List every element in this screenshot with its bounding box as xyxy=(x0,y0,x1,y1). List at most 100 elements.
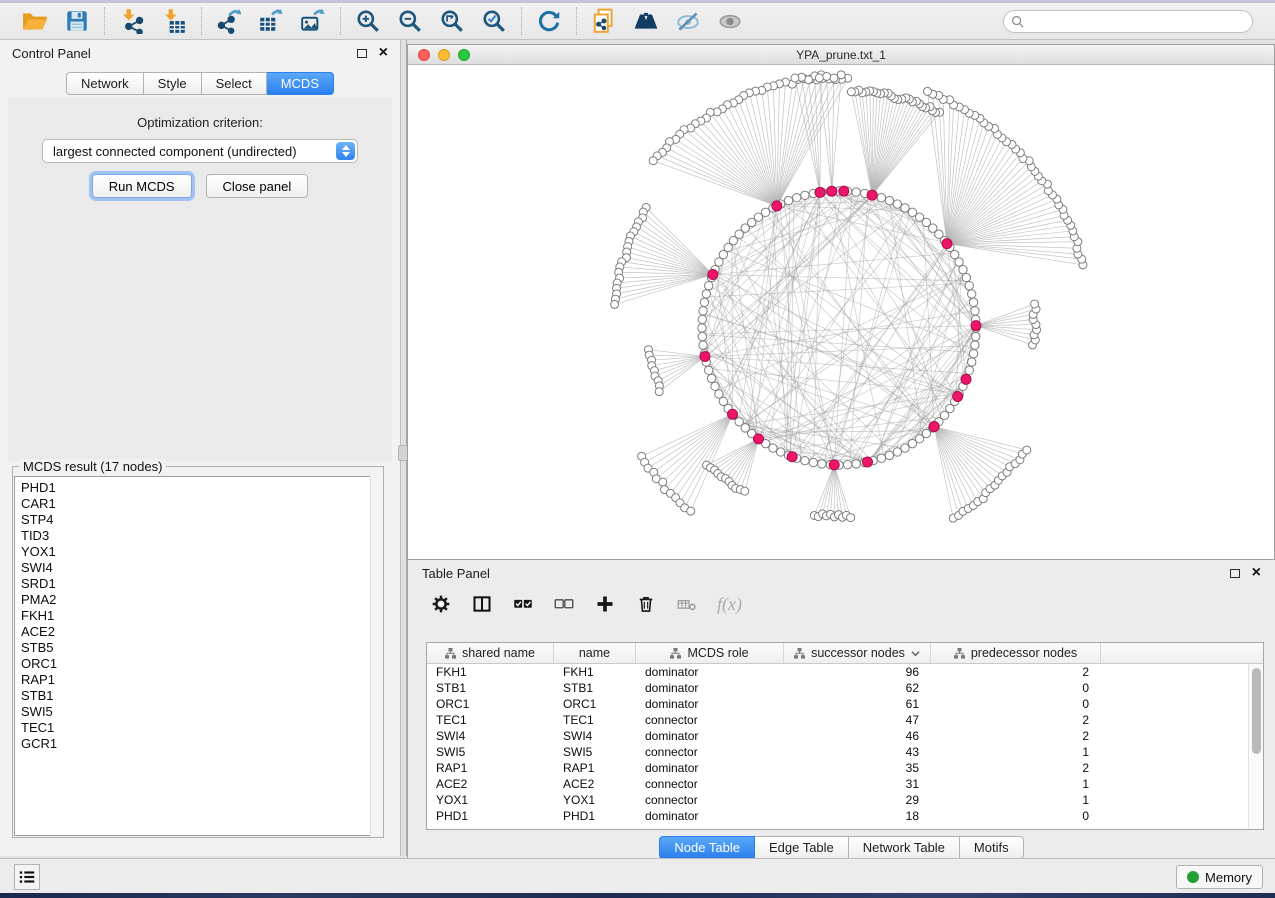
mcds-hub-node[interactable] xyxy=(929,422,939,432)
network-edge[interactable] xyxy=(709,285,940,420)
task-history-button[interactable] xyxy=(14,864,40,890)
cell-name[interactable]: ACE2 xyxy=(554,776,636,792)
table-row[interactable]: ACE2 ACE2 connector 31 1 xyxy=(427,776,1248,792)
mcds-hub-node[interactable] xyxy=(728,409,738,419)
network-edge[interactable] xyxy=(934,427,1015,464)
network-node[interactable] xyxy=(837,71,845,79)
cell-name[interactable]: YOX1 xyxy=(554,792,636,808)
cell-name[interactable]: FKH1 xyxy=(554,664,636,680)
network-node[interactable] xyxy=(967,290,975,298)
network-node[interactable] xyxy=(847,514,855,522)
network-edge[interactable] xyxy=(645,414,733,462)
zoom-fit-button[interactable] xyxy=(439,8,465,34)
network-node[interactable] xyxy=(769,444,777,452)
network-node[interactable] xyxy=(959,265,967,273)
network-node[interactable] xyxy=(698,324,706,332)
network-node[interactable] xyxy=(1031,300,1039,308)
cell-mcds-role[interactable]: dominator xyxy=(636,664,784,680)
network-edge[interactable] xyxy=(648,414,733,468)
network-node[interactable] xyxy=(877,454,885,462)
cell-mcds-role[interactable]: connector xyxy=(636,776,784,792)
mcds-result-node[interactable]: PMA2 xyxy=(21,592,381,608)
network-node[interactable] xyxy=(843,461,851,469)
cell-predecessor-nodes[interactable]: 0 xyxy=(931,808,1101,824)
memory-button[interactable]: Memory xyxy=(1176,865,1263,889)
network-node[interactable] xyxy=(707,374,715,382)
cell-predecessor-nodes[interactable]: 2 xyxy=(931,664,1101,680)
network-edge[interactable] xyxy=(765,213,934,427)
network-edge[interactable] xyxy=(934,427,995,486)
network-node[interactable] xyxy=(967,358,975,366)
cell-successor-nodes[interactable]: 96 xyxy=(784,664,931,680)
network-edge[interactable] xyxy=(736,439,759,489)
network-edge[interactable] xyxy=(872,111,932,196)
cell-shared-name[interactable]: FKH1 xyxy=(427,664,554,680)
column-header-shared-name[interactable]: shared name xyxy=(427,643,554,663)
cell-shared-name[interactable]: STB1 xyxy=(427,680,554,696)
mcds-result-node[interactable]: ORC1 xyxy=(21,656,381,672)
cell-successor-nodes[interactable]: 43 xyxy=(784,744,931,760)
cell-successor-nodes[interactable]: 35 xyxy=(784,760,931,776)
network-edge[interactable] xyxy=(826,465,834,516)
table-scrollbar-thumb[interactable] xyxy=(1252,668,1261,754)
deselect-all-columns-button[interactable] xyxy=(553,593,575,615)
network-edge[interactable] xyxy=(834,208,904,465)
import-network-button[interactable] xyxy=(119,8,145,34)
cell-mcds-role[interactable]: connector xyxy=(636,744,784,760)
network-node[interactable] xyxy=(901,204,909,212)
table-panel-tab[interactable]: Motifs xyxy=(960,836,1024,859)
float-table-panel-icon[interactable] xyxy=(1230,569,1240,578)
cell-predecessor-nodes[interactable]: 2 xyxy=(931,728,1101,744)
import-table-button[interactable] xyxy=(161,8,187,34)
network-edge[interactable] xyxy=(872,102,912,195)
cell-shared-name[interactable]: PHD1 xyxy=(427,808,554,824)
mcds-hub-node[interactable] xyxy=(942,239,952,249)
network-edge[interactable] xyxy=(947,244,1078,254)
network-edge[interactable] xyxy=(818,465,834,517)
table-row[interactable]: RAP1 RAP1 dominator 35 2 xyxy=(427,760,1248,776)
mcds-hub-node[interactable] xyxy=(862,457,872,467)
column-header-predecessor-nodes[interactable]: predecessor nodes xyxy=(931,643,1101,663)
create-column-button[interactable] xyxy=(594,593,616,615)
mcds-result-node[interactable]: RAP1 xyxy=(21,672,381,688)
cell-name[interactable]: STB1 xyxy=(554,680,636,696)
network-node[interactable] xyxy=(801,191,809,199)
delete-table-button[interactable] xyxy=(676,593,698,615)
refresh-view-button[interactable] xyxy=(536,8,562,34)
mcds-result-node[interactable]: PHD1 xyxy=(21,480,381,496)
cell-predecessor-nodes[interactable]: 2 xyxy=(931,712,1101,728)
binoculars-button[interactable] xyxy=(633,8,659,34)
network-node[interactable] xyxy=(655,388,663,396)
network-edge[interactable] xyxy=(976,309,1036,326)
cell-mcds-role[interactable]: dominator xyxy=(636,696,784,712)
mcds-hub-node[interactable] xyxy=(815,187,825,197)
mcds-result-node[interactable]: SRD1 xyxy=(21,576,381,592)
cell-name[interactable]: TEC1 xyxy=(554,712,636,728)
close-panel-button[interactable]: Close panel xyxy=(206,174,309,198)
table-settings-button[interactable] xyxy=(430,593,452,615)
mcds-result-node[interactable]: YOX1 xyxy=(21,544,381,560)
cell-shared-name[interactable]: SWI5 xyxy=(427,744,554,760)
cell-mcds-role[interactable]: dominator xyxy=(636,680,784,696)
cell-shared-name[interactable]: ORC1 xyxy=(427,696,554,712)
mcds-hub-node[interactable] xyxy=(700,351,710,361)
network-node[interactable] xyxy=(852,188,860,196)
cell-successor-nodes[interactable]: 29 xyxy=(784,792,931,808)
close-table-panel-icon[interactable]: × xyxy=(1252,567,1261,579)
cell-shared-name[interactable]: SWI4 xyxy=(427,728,554,744)
cell-predecessor-nodes[interactable]: 0 xyxy=(931,680,1101,696)
function-builder-button[interactable]: f(x) xyxy=(717,594,742,615)
network-node[interactable] xyxy=(923,87,931,95)
network-node[interactable] xyxy=(700,298,708,306)
run-mcds-button[interactable]: Run MCDS xyxy=(92,174,192,198)
network-node[interactable] xyxy=(971,341,979,349)
open-file-button[interactable] xyxy=(22,8,48,34)
cell-name[interactable]: RAP1 xyxy=(554,760,636,776)
export-image-button[interactable] xyxy=(300,8,326,34)
mcds-result-node[interactable]: STB1 xyxy=(21,688,381,704)
network-node[interactable] xyxy=(699,341,707,349)
mcds-result-node[interactable]: SWI5 xyxy=(21,704,381,720)
mcds-result-node[interactable]: STP4 xyxy=(21,512,381,528)
network-edge[interactable] xyxy=(659,356,705,391)
network-node[interactable] xyxy=(705,281,713,289)
